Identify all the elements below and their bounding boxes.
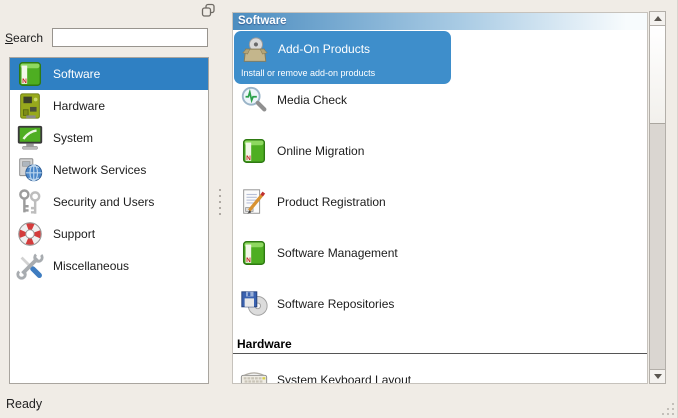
media-check-magnifier-icon	[239, 85, 269, 115]
scroll-up-button[interactable]	[650, 12, 665, 26]
svg-text:N: N	[22, 78, 27, 85]
module-item-product-registration[interactable]: Product Registration	[233, 178, 647, 226]
sidebar-item-label: Miscellaneous	[53, 259, 129, 273]
addon-box-cd-icon	[240, 36, 270, 66]
floppy-cd-icon	[239, 289, 269, 319]
sidebar-item-hardware[interactable]: Hardware	[10, 90, 208, 122]
sidebar-item-network-services[interactable]: Network Services	[10, 154, 208, 186]
sidebar-item-label: Hardware	[53, 99, 105, 113]
yast-control-center-window: Search N Software	[0, 0, 678, 418]
group-header-hardware: Hardware	[233, 335, 647, 354]
lifesaver-icon	[15, 219, 45, 249]
search-input[interactable]	[52, 28, 208, 47]
svg-text:N: N	[246, 155, 251, 162]
group-header-software: Software	[233, 13, 647, 30]
keyboard-icon	[239, 365, 269, 384]
software-package-icon: N	[15, 59, 45, 89]
tools-icon	[15, 251, 45, 281]
pane-splitter-handle[interactable]	[218, 189, 222, 215]
module-item-label: System Keyboard Layout	[277, 373, 411, 384]
sidebar-item-system[interactable]: System	[10, 122, 208, 154]
module-item-software-management[interactable]: N Software Management	[233, 229, 647, 277]
sidebar-item-label: Support	[53, 227, 95, 241]
scrollbar-thumb[interactable]	[650, 26, 665, 124]
package-icon: N	[239, 136, 269, 166]
module-item-label: Online Migration	[277, 144, 364, 158]
system-monitor-icon	[15, 123, 45, 153]
sidebar-item-label: Software	[53, 67, 100, 81]
module-item-label: Product Registration	[277, 195, 386, 209]
search-label: Search	[5, 31, 43, 45]
status-text: Ready	[6, 397, 42, 411]
sidebar-item-software[interactable]: N Software	[10, 58, 208, 90]
module-item-media-check[interactable]: Media Check	[233, 76, 647, 124]
module-item-label: Software Management	[277, 246, 398, 260]
module-panel: Software Add-On Products Install or remo…	[232, 12, 648, 384]
scroll-down-button[interactable]	[650, 369, 665, 383]
hardware-board-icon	[15, 91, 45, 121]
sidebar-item-label: Network Services	[53, 163, 146, 177]
restore-window-icon[interactable]	[201, 3, 216, 18]
resize-grip[interactable]	[660, 401, 675, 416]
package-icon: N	[239, 238, 269, 268]
module-item-system-keyboard-layout[interactable]: System Keyboard Layout	[233, 356, 647, 384]
sidebar-item-miscellaneous[interactable]: Miscellaneous	[10, 250, 208, 282]
module-item-label: Software Repositories	[277, 297, 394, 311]
module-item-label: Media Check	[277, 93, 347, 107]
arrow-up-icon	[654, 16, 662, 21]
sidebar-item-label: Security and Users	[53, 195, 154, 209]
sidebar-item-label: System	[53, 131, 93, 145]
arrow-down-icon	[654, 374, 662, 379]
keys-icon	[15, 187, 45, 217]
vertical-scrollbar[interactable]	[649, 11, 666, 384]
category-list: N Software Hardware	[9, 57, 209, 384]
module-item-software-repositories[interactable]: Software Repositories	[233, 280, 647, 328]
module-item-online-migration[interactable]: N Online Migration	[233, 127, 647, 175]
registration-document-icon	[239, 187, 269, 217]
network-globe-icon	[15, 155, 45, 185]
svg-text:N: N	[246, 257, 251, 264]
sidebar-item-security-and-users[interactable]: Security and Users	[10, 186, 208, 218]
sidebar-item-support[interactable]: Support	[10, 218, 208, 250]
module-item-label: Add-On Products	[278, 42, 370, 56]
